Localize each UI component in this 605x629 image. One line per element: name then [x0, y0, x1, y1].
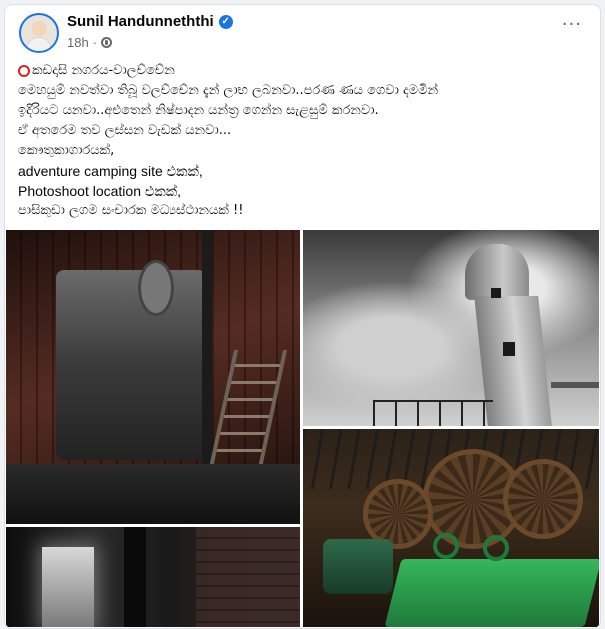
photo-detail [138, 260, 174, 316]
photo-detail [323, 539, 393, 594]
red-circle-icon [18, 65, 30, 77]
author-avatar[interactable] [19, 13, 59, 53]
author-name[interactable]: Sunil Handunneththi [67, 13, 214, 30]
photo-detail [503, 459, 583, 539]
post-meta: 18h · [67, 35, 113, 50]
post-line: Photoshoot location එකක්, [18, 183, 181, 199]
post-text: කඩදාසි නගරය-වාලච්චේන මෙහයුම් නවත්වා තිබූ… [18, 61, 588, 221]
photo-machinery[interactable] [6, 230, 300, 524]
post-line: කඩදාසි නගරය-වාලච්චේන [18, 61, 588, 81]
photo-detail [124, 527, 146, 627]
post-card: Sunil Handunneththi ✓ 18h · ··· කඩදාසි න… [4, 4, 601, 629]
post-line: ඉදිරියට යනවා..අළුතෙන් නිෂ්පාදන යන්ත්‍ර ග… [18, 103, 379, 118]
photo-detail [373, 400, 493, 426]
photo-detail [196, 527, 300, 627]
post-time[interactable]: 18h [67, 35, 89, 50]
photo-detail [433, 533, 459, 559]
globe-icon[interactable] [101, 37, 113, 48]
photo-detail [503, 342, 515, 356]
post-line: පාසිකුඩා ලගම සංචාරක මධ්‍යස්ථානයක් !! [18, 203, 244, 218]
photo-green-machine[interactable] [303, 429, 599, 627]
post-line-text: කඩදාසි නගරය-වාලච්චේන [32, 63, 175, 78]
photo-water-tower[interactable] [303, 230, 599, 426]
photo-detail [384, 559, 599, 627]
photo-detail [491, 288, 501, 298]
photo-dark-window[interactable] [6, 527, 300, 627]
verified-badge-icon: ✓ [218, 14, 233, 29]
meta-separator: · [92, 35, 98, 50]
photo-detail [42, 547, 94, 627]
post-line: ඒ අතරෙම තව ලස්සන වැඩක් යනවා... [18, 123, 232, 138]
more-options-button[interactable]: ··· [562, 16, 582, 34]
photo-detail [6, 464, 300, 524]
author-row: Sunil Handunneththi ✓ [67, 13, 233, 30]
post-line: කෞතුකාගාරයක්, [18, 143, 115, 158]
post-line: adventure camping site එකක්, [18, 163, 203, 179]
photo-detail [551, 382, 599, 388]
photo-detail [56, 270, 206, 460]
post-line: මෙහයුම් නවත්වා තිබූ වලච්චේන දැන් ලාභ ලබන… [18, 83, 439, 98]
photo-detail [483, 535, 509, 561]
